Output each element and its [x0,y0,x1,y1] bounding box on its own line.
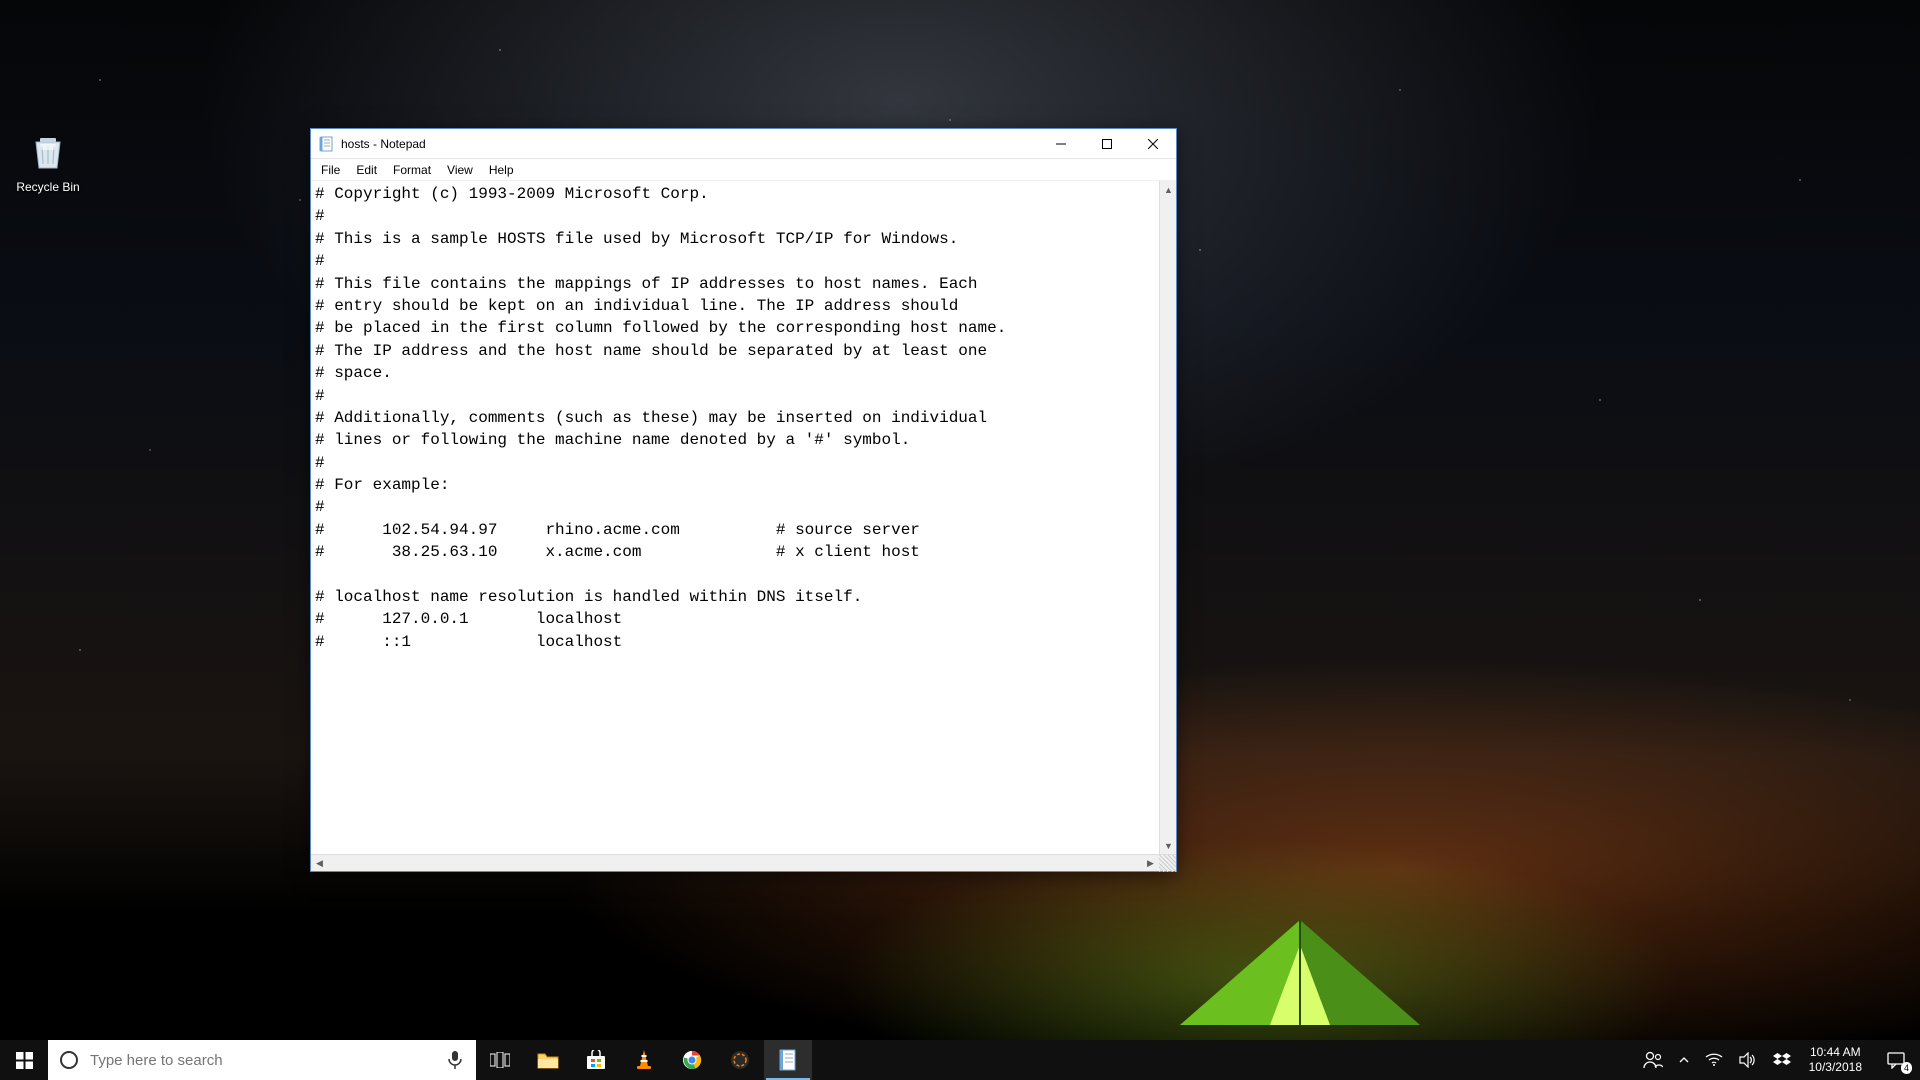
dropbox-icon [1773,1052,1791,1068]
notepad-icon [319,136,335,152]
system-tray: 10:44 AM 10/3/2018 4 [1635,1040,1920,1080]
tray-overflow[interactable] [1671,1040,1697,1080]
resize-grip-icon[interactable] [1159,855,1176,872]
desktop-icon-label: Recycle Bin [10,180,86,194]
search-box[interactable] [48,1040,476,1080]
scroll-down-arrow-icon[interactable]: ▼ [1160,837,1177,854]
start-button[interactable] [0,1040,48,1080]
taskbar-app-circle[interactable] [716,1040,764,1080]
taskbar: 10:44 AM 10/3/2018 4 [0,1040,1920,1080]
vlc-icon [635,1050,653,1070]
circle-app-icon [730,1050,750,1070]
store-icon [586,1050,606,1070]
menu-format[interactable]: Format [385,161,439,179]
menu-help[interactable]: Help [481,161,522,179]
clock-time: 10:44 AM [1809,1045,1862,1060]
microphone-icon[interactable] [446,1051,464,1069]
windows-logo-icon [16,1052,33,1069]
desktop[interactable]: Recycle Bin hosts - Notepad File [0,0,1920,1080]
taskbar-file-explorer[interactable] [524,1040,572,1080]
menu-file[interactable]: File [313,161,348,179]
taskbar-clock[interactable]: 10:44 AM 10/3/2018 [1799,1045,1872,1075]
action-center-button[interactable]: 4 [1872,1040,1920,1080]
tray-people[interactable] [1635,1040,1671,1080]
taskbar-chrome[interactable] [668,1040,716,1080]
notepad-taskbar-icon [778,1049,798,1071]
menu-view[interactable]: View [439,161,481,179]
window-title: hosts - Notepad [341,137,1038,151]
file-explorer-icon [537,1051,559,1069]
horizontal-scrollbar[interactable]: ◀ ▶ [311,854,1176,871]
window-controls [1038,129,1176,158]
cortana-icon [60,1051,78,1069]
scroll-left-arrow-icon[interactable]: ◀ [311,855,328,872]
notification-badge: 4 [1901,1062,1912,1074]
search-input[interactable] [90,1052,446,1069]
people-icon [1643,1051,1663,1069]
tray-network[interactable] [1697,1040,1731,1080]
wallpaper-tent [1160,910,1440,1030]
tray-dropbox[interactable] [1765,1040,1799,1080]
editor-textarea[interactable] [311,181,1159,854]
recycle-bin-icon [26,130,70,174]
taskbar-microsoft-store[interactable] [572,1040,620,1080]
clock-date: 10/3/2018 [1809,1060,1862,1075]
taskbar-vlc[interactable] [620,1040,668,1080]
chrome-icon [682,1050,702,1070]
volume-icon [1739,1052,1757,1068]
chevron-up-icon [1679,1055,1689,1065]
task-view-button[interactable] [476,1040,524,1080]
wifi-icon [1705,1053,1723,1067]
scroll-up-arrow-icon[interactable]: ▲ [1160,181,1177,198]
tray-volume[interactable] [1731,1040,1765,1080]
maximize-button[interactable] [1084,129,1130,158]
titlebar[interactable]: hosts - Notepad [311,129,1176,159]
notepad-window: hosts - Notepad File Edit Format View He… [310,128,1177,872]
taskbar-notepad[interactable] [764,1040,812,1080]
menubar: File Edit Format View Help [311,159,1176,181]
task-view-icon [490,1052,510,1068]
desktop-icon-recycle-bin[interactable]: Recycle Bin [10,130,86,194]
scroll-right-arrow-icon[interactable]: ▶ [1142,855,1159,872]
menu-edit[interactable]: Edit [348,161,385,179]
close-button[interactable] [1130,129,1176,158]
vertical-scrollbar[interactable]: ▲ ▼ [1159,181,1176,854]
minimize-button[interactable] [1038,129,1084,158]
